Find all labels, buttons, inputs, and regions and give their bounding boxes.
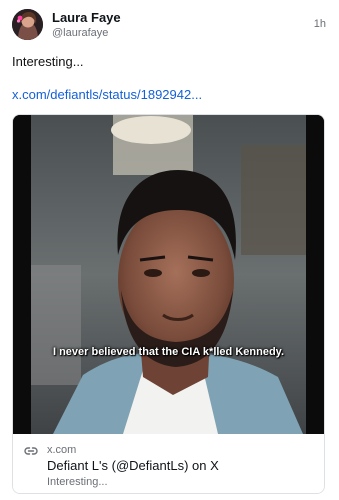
post-text: Interesting... bbox=[12, 54, 84, 69]
card-description: Interesting... bbox=[47, 476, 108, 488]
link-preview-card[interactable]: I never believed that the CIA k*lled Ken… bbox=[12, 114, 325, 494]
post-timestamp[interactable]: 1h bbox=[314, 18, 326, 31]
post: Laura Faye @laurafaye 1h Interesting... … bbox=[0, 0, 339, 500]
card-domain: x.com bbox=[47, 444, 77, 456]
post-link[interactable]: x.com/defiantls/status/1892942... bbox=[12, 87, 202, 103]
link-icon bbox=[24, 447, 38, 455]
card-footer[interactable]: x.com Defiant L's (@DefiantLs) on X Inte… bbox=[13, 434, 324, 493]
video-caption: I never believed that the CIA k*lled Ken… bbox=[52, 346, 285, 358]
author-name[interactable]: Laura Faye bbox=[52, 10, 121, 25]
author-handle[interactable]: @laurafaye bbox=[52, 27, 108, 40]
card-title[interactable]: Defiant L's (@DefiantLs) on X bbox=[47, 458, 219, 474]
video-thumbnail[interactable]: I never believed that the CIA k*lled Ken… bbox=[13, 115, 324, 434]
avatar[interactable] bbox=[12, 9, 43, 40]
